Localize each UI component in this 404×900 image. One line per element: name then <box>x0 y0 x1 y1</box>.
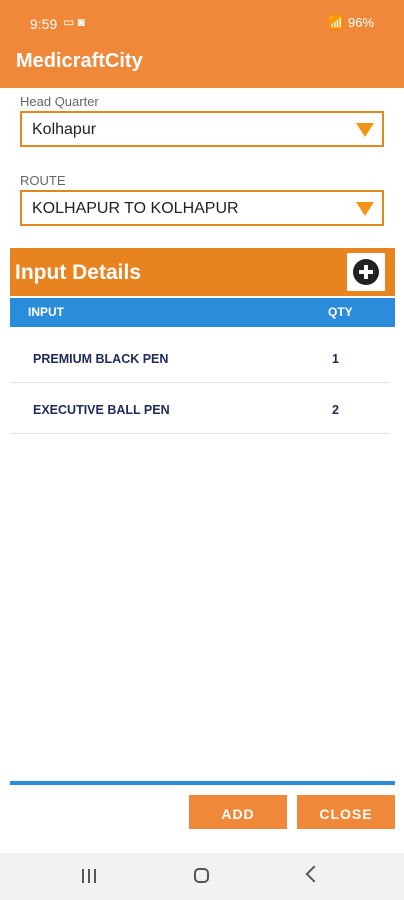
route-label: ROUTE <box>20 173 66 188</box>
app-title: MedicraftCity <box>16 50 143 72</box>
battery-status: 📶 96% <box>328 15 374 30</box>
input-details-header: Input Details <box>10 248 395 296</box>
close-button[interactable]: CLOSE <box>297 795 395 829</box>
section-title: Input Details <box>15 261 142 284</box>
home-icon[interactable] <box>194 868 209 883</box>
plus-circle-icon <box>353 259 379 285</box>
table-row[interactable]: EXECUTIVE BALL PEN 2 <box>10 383 390 434</box>
divider <box>10 781 395 785</box>
app-bar: MedicraftCity <box>0 46 404 88</box>
dropdown-arrow-icon <box>356 123 374 137</box>
head-quarter-value: Kolhapur <box>32 121 97 138</box>
route-value: KOLHAPUR TO KOLHAPUR <box>32 200 239 217</box>
head-quarter-select[interactable]: Kolhapur <box>20 111 384 147</box>
back-icon[interactable] <box>305 865 323 883</box>
recents-icon[interactable] <box>80 869 98 883</box>
row-input-name: PREMIUM BLACK PEN <box>33 352 169 366</box>
system-nav-bar <box>0 853 404 900</box>
route-select[interactable]: KOLHAPUR TO KOLHAPUR <box>20 190 384 226</box>
status-bar: 9:59 ▭ ◙ 📶 96% <box>0 0 404 46</box>
add-button[interactable]: ADD <box>189 795 287 829</box>
row-qty: 2 <box>332 403 339 417</box>
status-time: 9:59 <box>30 16 58 32</box>
add-input-button[interactable] <box>347 253 385 291</box>
head-quarter-label: Head Quarter <box>20 94 99 109</box>
table-header: INPUT QTY <box>10 298 395 327</box>
column-header-qty: QTY <box>328 305 353 319</box>
table-row[interactable]: PREMIUM BLACK PEN 1 <box>10 332 390 383</box>
notification-icons: ▭ ◙ <box>63 15 85 29</box>
column-header-input: INPUT <box>28 305 64 319</box>
row-qty: 1 <box>332 352 339 366</box>
row-input-name: EXECUTIVE BALL PEN <box>33 403 170 417</box>
dropdown-arrow-icon <box>356 202 374 216</box>
